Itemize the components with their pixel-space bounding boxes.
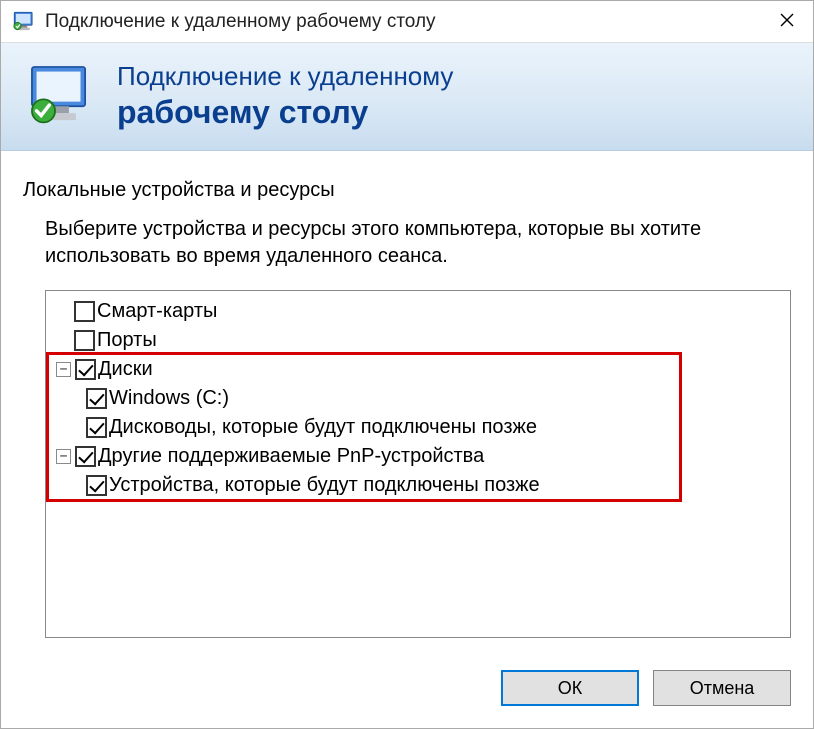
content-area: Локальные устройства и ресурсы Выберите … [1,151,813,652]
rdp-banner-icon [25,60,99,134]
dialog-window: Подключение к удаленному рабочему столу [0,0,814,729]
checkbox-pnp-later[interactable] [86,475,107,496]
rdp-app-icon [11,9,37,35]
tree-item-label: Смарт-карты [97,300,217,323]
device-tree-panel: Смарт-карты Порты − Диски Windows (C:) Д… [45,290,791,638]
tree-item-drives-later[interactable]: Дисководы, которые будут подключены позж… [50,413,786,442]
tree-item-label: Windows (C:) [109,387,229,410]
tree-item-pnp-later[interactable]: Устройства, которые будут подключены поз… [50,471,786,500]
tree-item-label: Другие поддерживаемые PnP-устройства [98,445,484,468]
checkbox-drives[interactable] [75,359,96,380]
tree-item-label: Дисководы, которые будут подключены позж… [109,416,537,439]
tree-item-pnp[interactable]: − Другие поддерживаемые PnP-устройства [50,442,786,471]
tree-item-label: Порты [97,329,157,352]
section-title: Локальные устройства и ресурсы [23,179,791,202]
tree-item-smartcards[interactable]: Смарт-карты [50,297,786,326]
checkbox-pnp[interactable] [75,446,96,467]
cancel-button[interactable]: Отмена [653,670,791,706]
collapse-icon[interactable]: − [56,449,71,464]
tree-item-label: Устройства, которые будут подключены поз… [109,474,540,497]
tree-item-label: Диски [98,358,153,381]
button-row: ОК Отмена [1,652,813,728]
tree-item-windows-c[interactable]: Windows (C:) [50,384,786,413]
close-icon [780,10,794,33]
tree-item-drives[interactable]: − Диски [50,355,786,384]
close-button[interactable] [761,1,813,43]
banner-line2: рабочему столу [117,94,453,131]
checkbox-windows-c[interactable] [86,388,107,409]
tree-item-ports[interactable]: Порты [50,326,786,355]
checkbox-ports[interactable] [74,330,95,351]
banner-line1: Подключение к удаленному [117,62,453,92]
titlebar: Подключение к удаленному рабочему столу [1,1,813,43]
ok-button[interactable]: ОК [501,670,639,706]
banner: Подключение к удаленному рабочему столу [1,43,813,151]
window-title: Подключение к удаленному рабочему столу [45,11,761,33]
banner-text: Подключение к удаленному рабочему столу [117,62,453,131]
checkbox-smartcards[interactable] [74,301,95,322]
collapse-icon[interactable]: − [56,362,71,377]
checkbox-drives-later[interactable] [86,417,107,438]
section-description: Выберите устройства и ресурсы этого комп… [45,216,791,270]
